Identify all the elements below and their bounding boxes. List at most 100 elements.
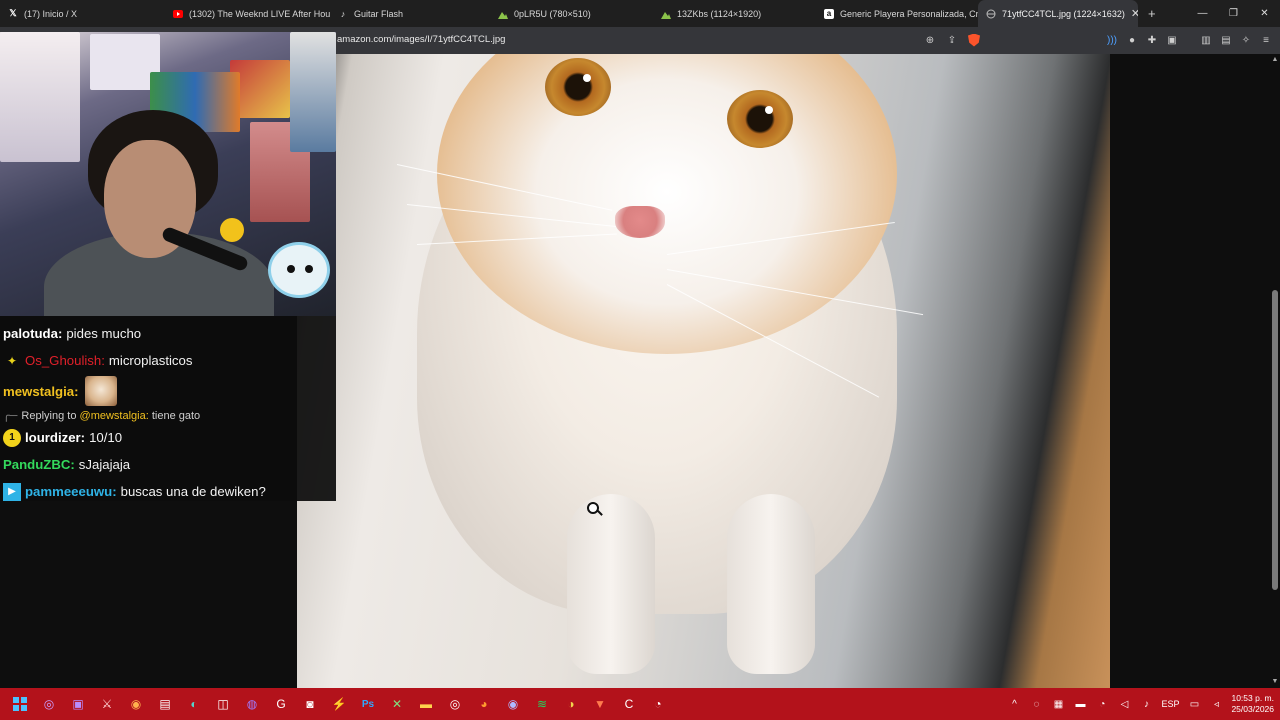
chat-username: PanduZBC:	[3, 457, 75, 472]
tray-steam-icon[interactable]: ◔	[1095, 697, 1109, 711]
chat-text: pides mucho	[66, 326, 142, 341]
streamer-webcam	[0, 32, 336, 316]
close-tab-icon[interactable]: ✕	[1125, 7, 1138, 20]
window-controls: — ❐ ✕	[1187, 0, 1280, 27]
tray-overflow-icon[interactable]: ^	[1007, 697, 1021, 711]
windows-start-icon[interactable]	[8, 692, 32, 716]
address-bar[interactable]: amazon.com/images/I/71ytfCC4TCL.jpg	[337, 34, 505, 45]
new-tab-icon[interactable]: +	[1138, 6, 1166, 21]
xbox-icon[interactable]: ✕	[385, 692, 409, 716]
zoom-cursor-icon	[587, 502, 599, 514]
prime-badge-icon: ▶	[3, 482, 21, 501]
scroll-up-icon[interactable]: ▲	[1271, 56, 1279, 64]
close-window-icon[interactable]: ✕	[1249, 0, 1280, 27]
microphone-icon[interactable]: ♪	[1139, 697, 1153, 711]
tab-image-13zkbs[interactable]: 13ZKbs (1124×1920)	[653, 0, 816, 27]
app-purple-icon[interactable]: ◍	[240, 692, 264, 716]
star-badge-icon: ✦	[6, 353, 18, 368]
file-explorer-icon[interactable]: ▬	[414, 692, 438, 716]
screenshot-icon[interactable]: ▣	[1164, 32, 1180, 48]
taskbar: ◎ ▣ ⚔ ◉ ▤ ◐ ◫ ◍ G ◙ ⚡ Ps ✕ ▬ ◎ ◕ ◉ ≋ ◑ ▼…	[0, 688, 1280, 720]
reply-text: tiene gato	[151, 409, 201, 422]
cat-left-eye	[545, 58, 611, 116]
chat-username: lourdizer:	[25, 430, 86, 445]
wallet-icon[interactable]: ▤	[1218, 32, 1234, 48]
amazon-icon: a	[824, 8, 834, 19]
poster	[0, 32, 80, 162]
cat-left-leg	[567, 494, 655, 674]
stream-chat: palotuda: pides mucho ✦ Os_Ghoulish: mic…	[0, 316, 336, 501]
app-swirl-icon[interactable]: ◎	[37, 692, 61, 716]
scroll-down-icon[interactable]: ▼	[1271, 678, 1279, 686]
spotify-icon[interactable]: ≋	[530, 692, 554, 716]
tab-x-home[interactable]: 𝕏 (17) Inicio / X	[0, 0, 165, 27]
screen: 𝕏 (17) Inicio / X (1302) The Weeknd LIVE…	[0, 0, 1280, 720]
tray-app-icon[interactable]: ▬	[1073, 697, 1087, 711]
reply-context: ╭─ Replying to @mewstalgia: tiene gato	[3, 407, 333, 424]
app-capture-icon[interactable]: ◙	[298, 692, 322, 716]
chat-username: Os_Ghoulish:	[25, 353, 105, 368]
volume-icon[interactable]: ◃	[1209, 697, 1223, 711]
valorant-icon[interactable]: ⚔	[95, 692, 119, 716]
photoshop-icon[interactable]: Ps	[356, 692, 380, 716]
speaker-icon[interactable]: ◁	[1117, 697, 1131, 711]
menu-icon[interactable]: ≡	[1258, 32, 1274, 48]
tab-label: Guitar Flash	[354, 8, 404, 19]
cat-right-leg	[727, 494, 815, 674]
chat-text: buscas una de dewiken?	[120, 484, 266, 499]
brave-shields-icon[interactable]	[966, 32, 982, 48]
app-bolt-icon[interactable]: ⚡	[327, 692, 351, 716]
chat-message: PanduZBC: sJajajaja	[3, 451, 333, 478]
cat-photo[interactable]	[297, 54, 1110, 688]
scrollbar-thumb[interactable]	[1272, 290, 1278, 590]
app-fox-icon[interactable]: ◉	[124, 692, 148, 716]
tray-app-icon[interactable]: ◌	[1029, 697, 1043, 711]
discord-icon[interactable]: ◉	[501, 692, 525, 716]
capcut-icon[interactable]: ◫	[211, 692, 235, 716]
brave-icon[interactable]: ▼	[588, 692, 612, 716]
chat-message: mewstalgia:	[3, 374, 333, 408]
sidebar-icon[interactable]: ▥	[1198, 32, 1214, 48]
twitch-icon[interactable]: ▣	[66, 692, 90, 716]
ccleaner-icon[interactable]: C	[617, 692, 641, 716]
app-terminal-icon[interactable]: ▤	[153, 692, 177, 716]
tab-image-0plr5u[interactable]: 0pLR5U (780×510)	[490, 0, 653, 27]
tab-guitar-flash[interactable]: ♪ Guitar Flash	[330, 0, 490, 27]
extensions-icon[interactable]: ✚	[1144, 32, 1160, 48]
firefox-icon[interactable]: ◕	[472, 692, 496, 716]
steam-icon[interactable]: ◔	[646, 692, 670, 716]
obs-icon[interactable]: ◎	[443, 692, 467, 716]
tab-label: Generic Playera Personalizada, Crea ..	[840, 8, 978, 19]
chat-message: ✦ Os_Ghoulish: microplasticos	[3, 347, 333, 374]
tab-active-image[interactable]: 71ytfCC4TCL.jpg (1224×1632) ✕	[978, 0, 1138, 27]
browser-actions: ))) ● ✚ ▣ ▥ ▤ ✧ ≡	[1104, 32, 1274, 48]
tab-youtube[interactable]: (1302) The Weeknd LIVE After Hours	[165, 0, 330, 27]
tray-app-icon[interactable]: ▦	[1051, 697, 1065, 711]
tab-amazon[interactable]: a Generic Playera Personalizada, Crea ..	[816, 0, 978, 27]
clock-time: 10:53 p. m.	[1231, 693, 1274, 703]
edge-icon[interactable]: ◐	[182, 692, 206, 716]
x-logo-icon: 𝕏	[9, 8, 17, 18]
minimize-icon[interactable]: —	[1187, 0, 1218, 27]
zoom-icon[interactable]: ⊕	[922, 32, 938, 48]
chat-text: microplasticos	[108, 353, 193, 368]
tab-label: (17) Inicio / X	[24, 8, 78, 19]
language-indicator[interactable]: ESP	[1161, 699, 1179, 709]
chat-message: palotuda: pides mucho	[3, 320, 333, 347]
extension-avatar-icon[interactable]: ●	[1124, 32, 1140, 48]
image-icon	[661, 9, 671, 19]
restore-icon[interactable]: ❐	[1218, 0, 1249, 27]
clock[interactable]: 10:53 p. m. 25/03/2026	[1231, 693, 1274, 715]
speech-icon[interactable]: )))	[1104, 32, 1120, 48]
share-icon[interactable]: ⇪	[944, 32, 960, 48]
app-g-icon[interactable]: G	[269, 692, 293, 716]
chat-text: 10/10	[89, 430, 123, 445]
chat-username: mewstalgia:	[3, 383, 79, 399]
youtube-icon	[173, 9, 183, 19]
leo-ai-icon[interactable]: ✧	[1238, 32, 1254, 48]
chrome-icon[interactable]: ◑	[559, 692, 583, 716]
cat-right-eye	[727, 90, 793, 148]
tab-label: (1302) The Weeknd LIVE After Hours	[189, 8, 330, 19]
network-icon[interactable]: ▭	[1187, 697, 1201, 711]
tab-label: 71ytfCC4TCL.jpg (1224×1632)	[1002, 8, 1125, 19]
